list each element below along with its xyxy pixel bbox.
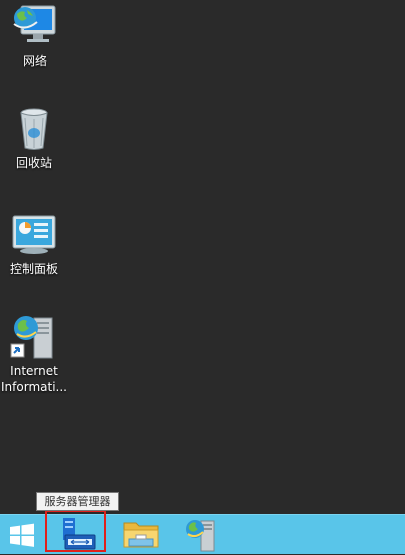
desktop-icon-label: Internet Informati... — [1, 364, 67, 394]
iis-manager-icon — [10, 312, 58, 360]
desktop-icon-recycle-bin[interactable]: 回收站 — [1, 104, 67, 171]
network-icon — [11, 2, 59, 50]
recycle-bin-icon — [10, 104, 58, 152]
taskbar-iis-manager-button[interactable] — [175, 515, 235, 555]
taskbar-file-explorer-button[interactable] — [112, 515, 172, 555]
windows-logo-icon — [10, 523, 34, 547]
desktop: 网络 回收站 控制面板 Internet Informati... — [0, 0, 405, 514]
desktop-icon-label: 网络 — [22, 54, 47, 68]
folder-icon — [123, 522, 159, 548]
desktop-icon-control-panel[interactable]: 控制面板 — [1, 210, 67, 277]
tooltip: 服务器管理器 — [36, 492, 119, 511]
desktop-icon-label: 控制面板 — [9, 262, 58, 276]
highlight-box — [45, 510, 106, 552]
desktop-icon-network[interactable]: 网络 — [2, 2, 68, 69]
desktop-icon-label: 回收站 — [15, 156, 52, 170]
iis-manager-icon — [186, 520, 215, 552]
desktop-icon-iis-manager[interactable]: Internet Informati... — [1, 312, 67, 395]
control-panel-icon — [10, 210, 58, 258]
